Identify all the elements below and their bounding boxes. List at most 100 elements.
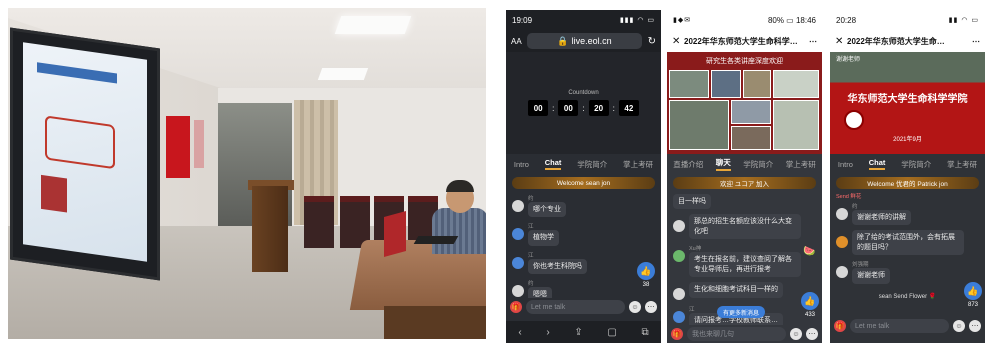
close-icon[interactable]: ✕ — [835, 36, 847, 47]
tab-college-intro[interactable]: 学院简介 — [901, 159, 931, 170]
url-field[interactable]: 🔒 live.eol.cn — [527, 33, 642, 49]
tab-intro[interactable]: Intro — [838, 160, 853, 169]
welcome-banner: 欢迎 ユコア 加入 — [673, 177, 816, 189]
chair — [304, 196, 334, 248]
forward-icon[interactable]: › — [546, 327, 549, 338]
tab-chat[interactable]: Chat — [868, 158, 886, 170]
tab-bar: Intro Chat 学院简介 掌上考研 — [830, 154, 985, 174]
live-video-area[interactable]: 谢谢老师 华东师范大学生命科学学院 2021年9月 — [830, 52, 985, 154]
classroom-photo — [8, 8, 486, 339]
gift-message: sean Send Flower 🌹 — [878, 293, 937, 300]
list-item: 目一样吗 — [673, 194, 816, 210]
emoji-icon[interactable]: ☺ — [953, 320, 965, 332]
more-icon[interactable]: ⋯ — [966, 37, 980, 46]
chat-list[interactable]: 约哪个专业 江植物学 江你也考生科院吗 约嗯嗯 — [506, 192, 661, 310]
avatar — [512, 228, 524, 241]
close-icon[interactable]: ✕ — [672, 36, 684, 47]
live-video-area[interactable]: Countdown 00 : 00 : 20 : 42 — [506, 52, 661, 154]
tab-college-intro[interactable]: 学院简介 — [743, 159, 773, 170]
gift-notice: Send 鲜花 — [836, 194, 862, 200]
browser-toolbar: ‹ › ⇪ ▢ ⧉ — [506, 321, 661, 343]
more-icon[interactable]: ⋯ — [803, 37, 817, 46]
tabs-icon[interactable]: ⧉ — [641, 327, 648, 338]
back-icon[interactable]: ‹ — [518, 327, 521, 338]
like-button[interactable]: 👍 — [964, 282, 982, 300]
phone-screenshot-2: ▮◆✉ 80% ▭ 18:46 ✕ 2022年华东师范大学生命科学学院… ⋯ 研… — [667, 10, 822, 343]
tab-chat[interactable]: 聊天 — [715, 157, 731, 171]
rose-icon: 🌹 — [928, 293, 937, 300]
tab-live-intro[interactable]: 直播介绍 — [673, 159, 703, 170]
thumbs-up-icon: 👍 — [804, 295, 816, 306]
red-flag — [166, 116, 190, 178]
presenter — [432, 208, 486, 254]
wall-poster — [194, 120, 204, 168]
gift-icon[interactable]: 🎁 — [510, 301, 522, 313]
avatar — [836, 266, 848, 279]
reader-mode-button[interactable]: AA — [511, 37, 527, 46]
emoji-icon[interactable]: ☺ — [629, 301, 641, 313]
welcome-banner: Welcome sean jon — [512, 177, 655, 189]
tab-college-intro[interactable]: 学院简介 — [577, 159, 607, 170]
more-icon[interactable]: ⋯ — [969, 320, 981, 332]
thumbs-up-icon: 👍 — [967, 285, 979, 296]
more-icon[interactable]: ⋯ — [806, 328, 818, 340]
live-video-area[interactable]: 研究生各类讲座深度欢迎 — [667, 52, 822, 154]
chat-input-bar: 🎁 Let me talk ☺ ⋯ — [506, 298, 661, 316]
status-bar: 19:09 ▮▮▮ ◠ ▭ — [506, 10, 661, 30]
gift-icon[interactable]: 🎁 — [834, 320, 846, 332]
status-bar: 20:28 ▮▮ ◠ ▭ — [830, 10, 985, 30]
thumbs-up-icon: 👍 — [640, 265, 652, 276]
share-icon[interactable]: ⇪ — [574, 327, 582, 338]
avatar — [836, 236, 848, 249]
avatar — [512, 285, 524, 298]
tab-chat[interactable]: Chat — [544, 158, 562, 170]
gift-icon[interactable]: 🎁 — [671, 328, 683, 340]
chat-list[interactable]: 约谢谢老师的讲解 除了给的考试范围外，会有拓展的题目吗？ 刘强期 谢谢老师 — [830, 200, 985, 291]
reload-icon[interactable]: ↻ — [642, 36, 656, 47]
tab-exam-prep[interactable]: 掌上考研 — [623, 159, 653, 170]
like-count: 873 — [967, 302, 978, 308]
notification-icons: ▮◆✉ — [673, 17, 692, 24]
page-titlebar: ✕ 2022年华东师范大学生命科学学院… ⋯ — [667, 30, 822, 52]
list-item: 江植物学 — [512, 222, 655, 246]
signal-wifi-battery-icon: ▮▮ ◠ ▭ — [948, 17, 979, 24]
status-bar: ▮◆✉ 80% ▭ 18:46 — [667, 10, 822, 30]
like-button[interactable]: 👍 — [637, 262, 655, 280]
chat-input[interactable]: Let me talk — [526, 300, 625, 314]
tab-exam-prep[interactable]: 掌上考研 — [786, 159, 816, 170]
display-screen — [10, 27, 160, 281]
list-item: 约谢谢老师的讲解 — [836, 202, 979, 226]
chat-input-bar: 🎁 我也来聊几句 ☺ ⋯ — [667, 325, 822, 343]
like-count: 433 — [804, 312, 815, 318]
tab-exam-prep[interactable]: 掌上考研 — [947, 159, 977, 170]
lectern — [252, 186, 288, 272]
ceiling-light — [334, 16, 412, 34]
page-title: 2022年华东师范大学生命科学学院… — [684, 36, 803, 46]
nameplate — [384, 211, 406, 257]
chat-input[interactable]: 我也来聊几句 — [687, 327, 786, 341]
ceiling-light — [317, 68, 369, 80]
bookmarks-icon[interactable]: ▢ — [607, 327, 616, 338]
avatar — [673, 311, 685, 324]
avatar — [673, 250, 685, 263]
list-item: 刘强期 谢谢老师 — [836, 260, 979, 284]
like-button[interactable]: 👍 — [801, 292, 819, 310]
video-banner: 研究生各类讲座深度欢迎 — [706, 58, 783, 65]
status-time: 20:28 — [836, 15, 857, 25]
tab-intro[interactable]: Intro — [514, 160, 529, 169]
avatar — [512, 200, 524, 212]
status-time: 19:09 — [512, 15, 533, 25]
new-messages-pill[interactable]: 有更多新消息 — [717, 306, 766, 318]
emoji-icon[interactable]: ☺ — [790, 328, 802, 340]
tab-bar: Intro Chat 学院简介 掌上考研 — [506, 154, 661, 174]
phone-screenshot-1: 19:09 ▮▮▮ ◠ ▭ AA 🔒 live.eol.cn ↻ Countdo… — [506, 10, 661, 343]
more-icon[interactable]: ⋯ — [645, 301, 657, 313]
address-bar[interactable]: AA 🔒 live.eol.cn ↻ — [506, 30, 661, 52]
university-seal-icon — [844, 110, 864, 130]
like-count: 38 — [642, 282, 650, 288]
avatar — [673, 220, 685, 233]
list-item: Xu神 考生在报名前，建议查阅了解各专业导师后，再进行报考 — [673, 244, 816, 278]
chat-input[interactable]: Let me talk — [850, 319, 949, 333]
avatar — [673, 288, 685, 301]
laptop — [413, 236, 459, 244]
